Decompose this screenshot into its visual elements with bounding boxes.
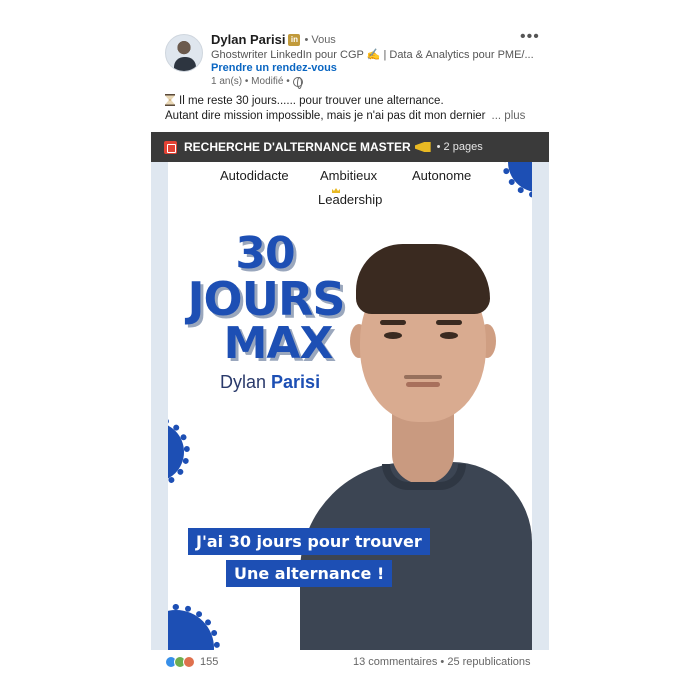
portrait-brow [380,320,406,325]
post-text: Il me reste 30 jours...... pour trouver … [165,94,545,124]
portrait-eye [440,332,458,339]
author-line: Dylan Parisi in • Vous [211,32,336,47]
trait-label: Leadership [318,192,383,207]
post-meta-text: 1 an(s) • Modifié • [211,76,290,87]
author-name[interactable]: Dylan Parisi [211,32,285,47]
post-header: Dylan Parisi in • Vous Ghostwriter Linke… [165,30,545,90]
slide-author-name: Dylan Parisi [220,372,320,393]
linkedin-badge-icon: in [288,33,301,46]
post-text-line-1-content: Il me reste 30 jours...... pour trouver … [179,95,444,107]
gear-decoration [168,416,190,488]
see-more-link[interactable]: ... plus [492,110,526,122]
document-slide[interactable]: Autodidacte Ambitieux Autonome Leadershi… [168,162,532,650]
avatar[interactable] [165,34,203,72]
reaction-count: 155 [200,656,219,668]
globe-icon [292,76,303,89]
document-carousel[interactable]: RECHERCHE D'ALTERNANCE MASTER • 2 pages … [151,132,549,650]
love-icon [183,656,195,668]
document-title-bar: RECHERCHE D'ALTERNANCE MASTER • 2 pages [151,132,549,162]
post-text-line-2: Autant dire mission impossible, mais je … [165,109,545,124]
portrait-shirt [300,462,532,650]
portrait-eye [384,332,402,339]
gear-decoration [502,162,532,198]
hourglass-icon [165,94,175,106]
comments-reposts-link[interactable]: 13 commentaires • 25 republications [353,656,531,668]
trait-label: Ambitieux [320,168,378,183]
trait-label: Autonome [412,168,472,183]
author-headline: Ghostwriter LinkedIn pour CGP ✍️ | Data … [211,49,534,61]
trait-label: Autodidacte [220,168,289,183]
appointment-link[interactable]: Prendre un rendez-vous [211,62,337,74]
gear-decoration [168,604,220,650]
post-footer: 155 13 commentaires • 25 republications [165,655,540,671]
portrait-mouth [406,382,440,387]
document-page-count: • 2 pages [436,141,483,153]
slide-first-name: Dylan [220,372,267,392]
post-text-line-1: Il me reste 30 jours...... pour trouver … [165,94,545,109]
portrait-hair [356,244,490,314]
headline-max: MAX [223,318,334,369]
post-text-line-2-content: Autant dire mission impossible, mais je … [165,110,486,122]
caption-line-1: J'ai 30 jours pour trouver [188,528,430,555]
caption-line-2: Une alternance ! [226,560,393,587]
portrait-moustache [404,375,442,379]
portrait-collar [382,464,466,490]
horn-icon [414,142,431,152]
relation-label: • Vous [304,33,336,46]
reactions-summary[interactable]: 155 [165,656,218,668]
more-icon[interactable]: ••• [520,28,540,46]
document-icon [164,140,177,154]
document-title: RECHERCHE D'ALTERNANCE MASTER [184,140,411,154]
slide-last-name: Parisi [271,372,321,392]
portrait-brow [436,320,462,325]
post-meta: 1 an(s) • Modifié • [211,76,303,89]
